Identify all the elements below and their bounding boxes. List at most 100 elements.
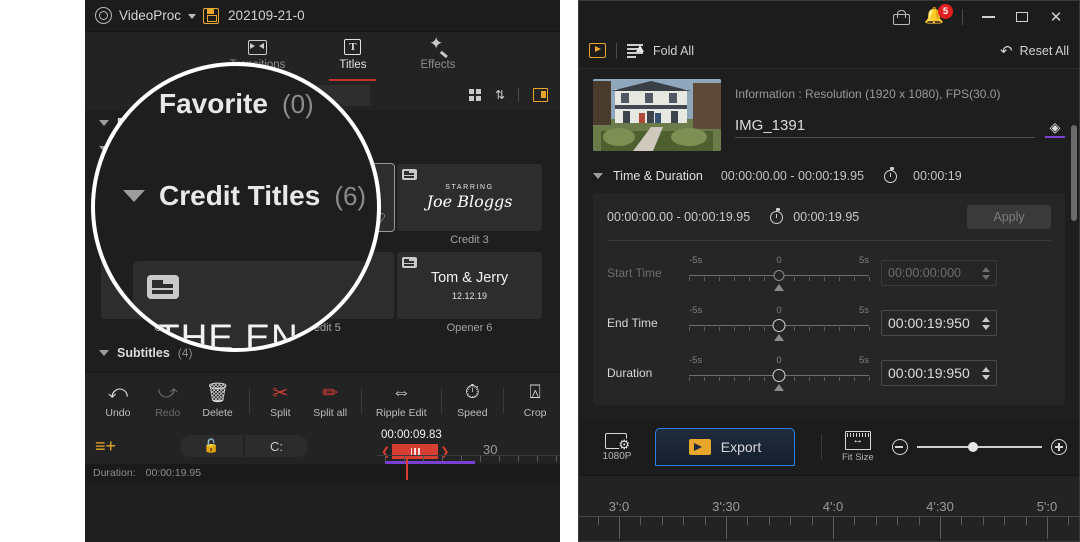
split-all-label: Split all bbox=[313, 407, 348, 419]
slider-knob[interactable] bbox=[772, 319, 786, 332]
reset-all-label[interactable]: Reset All bbox=[1020, 44, 1069, 58]
lock-icon[interactable] bbox=[893, 9, 911, 25]
stepper-arrows-icon[interactable] bbox=[982, 316, 990, 330]
unlock-icon[interactable]: 🔓 bbox=[180, 435, 244, 457]
thumb-line1: Tom & Jerry bbox=[430, 270, 509, 286]
zoom-control bbox=[891, 439, 1067, 455]
minimize-icon[interactable] bbox=[971, 4, 1005, 30]
crop-button[interactable]: ⍓ Crop bbox=[510, 382, 560, 419]
undo-label: Undo bbox=[105, 407, 131, 419]
redo-arrow-icon: ⤻ bbox=[157, 382, 178, 403]
stopwatch-icon bbox=[884, 167, 898, 183]
title-template-item[interactable]: Tom & Jerry 12.12.19 Opener 6 bbox=[397, 252, 542, 334]
chevron-down-icon bbox=[593, 173, 603, 179]
start-time-row: Start Time -5s 0 5s 00:00:00:000 bbox=[607, 255, 1051, 291]
magnified-group-credit-titles: Credit Titles (6) bbox=[95, 180, 377, 212]
end-time-value: 00:00:19:950 bbox=[888, 315, 970, 331]
undo-button[interactable]: ⤺ Undo bbox=[93, 382, 143, 419]
clip-name-input[interactable]: IMG_1391 bbox=[735, 117, 1035, 138]
chevron-down-icon[interactable] bbox=[188, 14, 197, 19]
delete-button[interactable]: 🗑 Delete bbox=[193, 382, 243, 419]
thumb-line2: 12.12.19 bbox=[451, 291, 488, 301]
title-thumbnail[interactable]: STARRING Joe Bloggs bbox=[397, 164, 542, 231]
group-name: Subtitles bbox=[117, 346, 170, 360]
time-duration-panel: 00:00:00.00 - 00:00:19.95 00:00:19.95 Ap… bbox=[593, 193, 1065, 405]
ripple-edit-icon: ⇔ bbox=[391, 382, 411, 403]
fold-all-label[interactable]: Fold All bbox=[653, 44, 694, 58]
apply-button[interactable]: Apply bbox=[967, 205, 1051, 229]
panel-range-label: 00:00:00.00 - 00:00:19.95 bbox=[607, 210, 751, 224]
resolution-label: 1080P bbox=[602, 450, 632, 462]
fit-size-button[interactable]: ↔ Fit Size bbox=[842, 431, 874, 463]
ripple-edit-button[interactable]: ⇔ Ripple Edit bbox=[368, 382, 434, 419]
slider-knob[interactable] bbox=[772, 369, 786, 382]
start-time-label: Start Time bbox=[607, 266, 662, 280]
start-time-stepper[interactable]: 00:00:00:000 bbox=[881, 260, 997, 286]
chevron-down-icon bbox=[99, 350, 109, 356]
redo-button[interactable]: ⤻ Redo bbox=[143, 382, 193, 419]
end-time-slider[interactable]: -5s 0 5s bbox=[689, 305, 870, 341]
split-all-button[interactable]: ✏ Split all bbox=[305, 382, 355, 420]
export-button[interactable]: Export bbox=[655, 428, 795, 466]
time-duration-range: 00:00:00.00 - 00:00:19.95 bbox=[720, 169, 865, 183]
stepper-arrows-icon[interactable] bbox=[982, 266, 990, 280]
magnified-group-count: (0) bbox=[281, 88, 314, 119]
split-button[interactable]: ✂ Split bbox=[255, 382, 305, 420]
slider-center-marker bbox=[774, 384, 784, 391]
duration-label: Duration bbox=[607, 366, 653, 380]
effects-wand-icon bbox=[428, 34, 448, 56]
zoom-in-icon[interactable] bbox=[1051, 439, 1067, 455]
title-card-icon bbox=[402, 169, 417, 180]
ruler-labels: 3':0 3':30 4':0 4':30 5':0 bbox=[579, 476, 1079, 516]
title-thumbnail[interactable]: Tom & Jerry 12.12.19 bbox=[397, 252, 542, 319]
divider bbox=[248, 387, 250, 414]
editor-toolbar: ⤺ Undo ⤻ Redo 🗑 Delete ✂ Split ✏ Split a… bbox=[85, 372, 560, 428]
zoom-out-icon[interactable] bbox=[891, 439, 908, 455]
videoproc-editor-window: VideoProc 202109-21-0 Transitions T Titl… bbox=[85, 0, 560, 542]
zoom-slider[interactable] bbox=[916, 442, 1042, 452]
bell-notification-icon[interactable]: 🔔 5 bbox=[924, 4, 953, 25]
magnet-icon[interactable]: C: bbox=[245, 435, 309, 457]
save-disk-icon[interactable] bbox=[203, 7, 220, 24]
title-template-item[interactable]: STARRING Joe Bloggs Credit 3 bbox=[397, 164, 542, 246]
videoproc-logo-icon bbox=[95, 7, 112, 24]
resolution-button[interactable]: ⚙ 1080P bbox=[591, 432, 643, 462]
scissors-icon: ✂ bbox=[272, 382, 289, 404]
grid-view-icon[interactable] bbox=[468, 89, 481, 101]
fold-all-icon[interactable] bbox=[627, 44, 644, 58]
zoom-slider-knob[interactable] bbox=[968, 442, 979, 452]
divider bbox=[518, 88, 519, 102]
trash-icon: 🗑 bbox=[205, 383, 230, 404]
divider bbox=[503, 387, 505, 414]
panel-toggle-icon[interactable] bbox=[533, 88, 548, 102]
slider-knob[interactable] bbox=[773, 270, 785, 281]
end-time-stepper[interactable]: 00:00:19:950 bbox=[881, 310, 997, 336]
maximize-icon[interactable] bbox=[1005, 4, 1039, 30]
transitions-icon bbox=[247, 39, 267, 55]
fit-size-label: Fit Size bbox=[842, 452, 874, 463]
chevron-down-icon bbox=[123, 190, 145, 202]
split-label: Split bbox=[270, 407, 291, 419]
slider-center-marker bbox=[774, 334, 784, 341]
speed-button[interactable]: ⏱ Speed bbox=[447, 382, 497, 419]
end-time-row: End Time -5s 0 5s 00:00:19:950 bbox=[607, 305, 1051, 341]
timeline-ruler[interactable]: 3':0 3':30 4':0 4':30 5':0 bbox=[579, 475, 1079, 541]
export-label: Export bbox=[720, 439, 762, 455]
redo-label: Redo bbox=[155, 407, 181, 419]
start-time-slider[interactable]: -5s 0 5s bbox=[689, 255, 870, 291]
time-duration-header[interactable]: Time & Duration 00:00:00.00 - 00:00:19.9… bbox=[593, 167, 1065, 183]
close-icon[interactable]: ✕ bbox=[1039, 4, 1073, 30]
clip-info-row: Information : Resolution (1920 x 1080), … bbox=[593, 79, 1065, 151]
magnified-thumb-text: THE EN bbox=[157, 317, 299, 352]
duration-stepper[interactable]: 00:00:19:950 bbox=[881, 360, 997, 386]
duration-value: 00:00:19:950 bbox=[888, 365, 970, 381]
tab-effects[interactable]: Effects bbox=[420, 34, 455, 75]
reset-undo-icon[interactable]: ↷ bbox=[1000, 42, 1013, 60]
duration-slider[interactable]: -5s 0 5s bbox=[689, 355, 870, 391]
stepper-arrows-icon[interactable] bbox=[982, 366, 990, 380]
panel-toggle-icon[interactable] bbox=[589, 43, 606, 58]
add-track-icon[interactable]: ≡+ bbox=[95, 437, 116, 455]
sort-icon[interactable]: ⇅ bbox=[495, 88, 505, 102]
inspector-scrollbar[interactable] bbox=[1071, 125, 1077, 221]
paint-bucket-icon[interactable]: ◈ bbox=[1045, 120, 1065, 138]
